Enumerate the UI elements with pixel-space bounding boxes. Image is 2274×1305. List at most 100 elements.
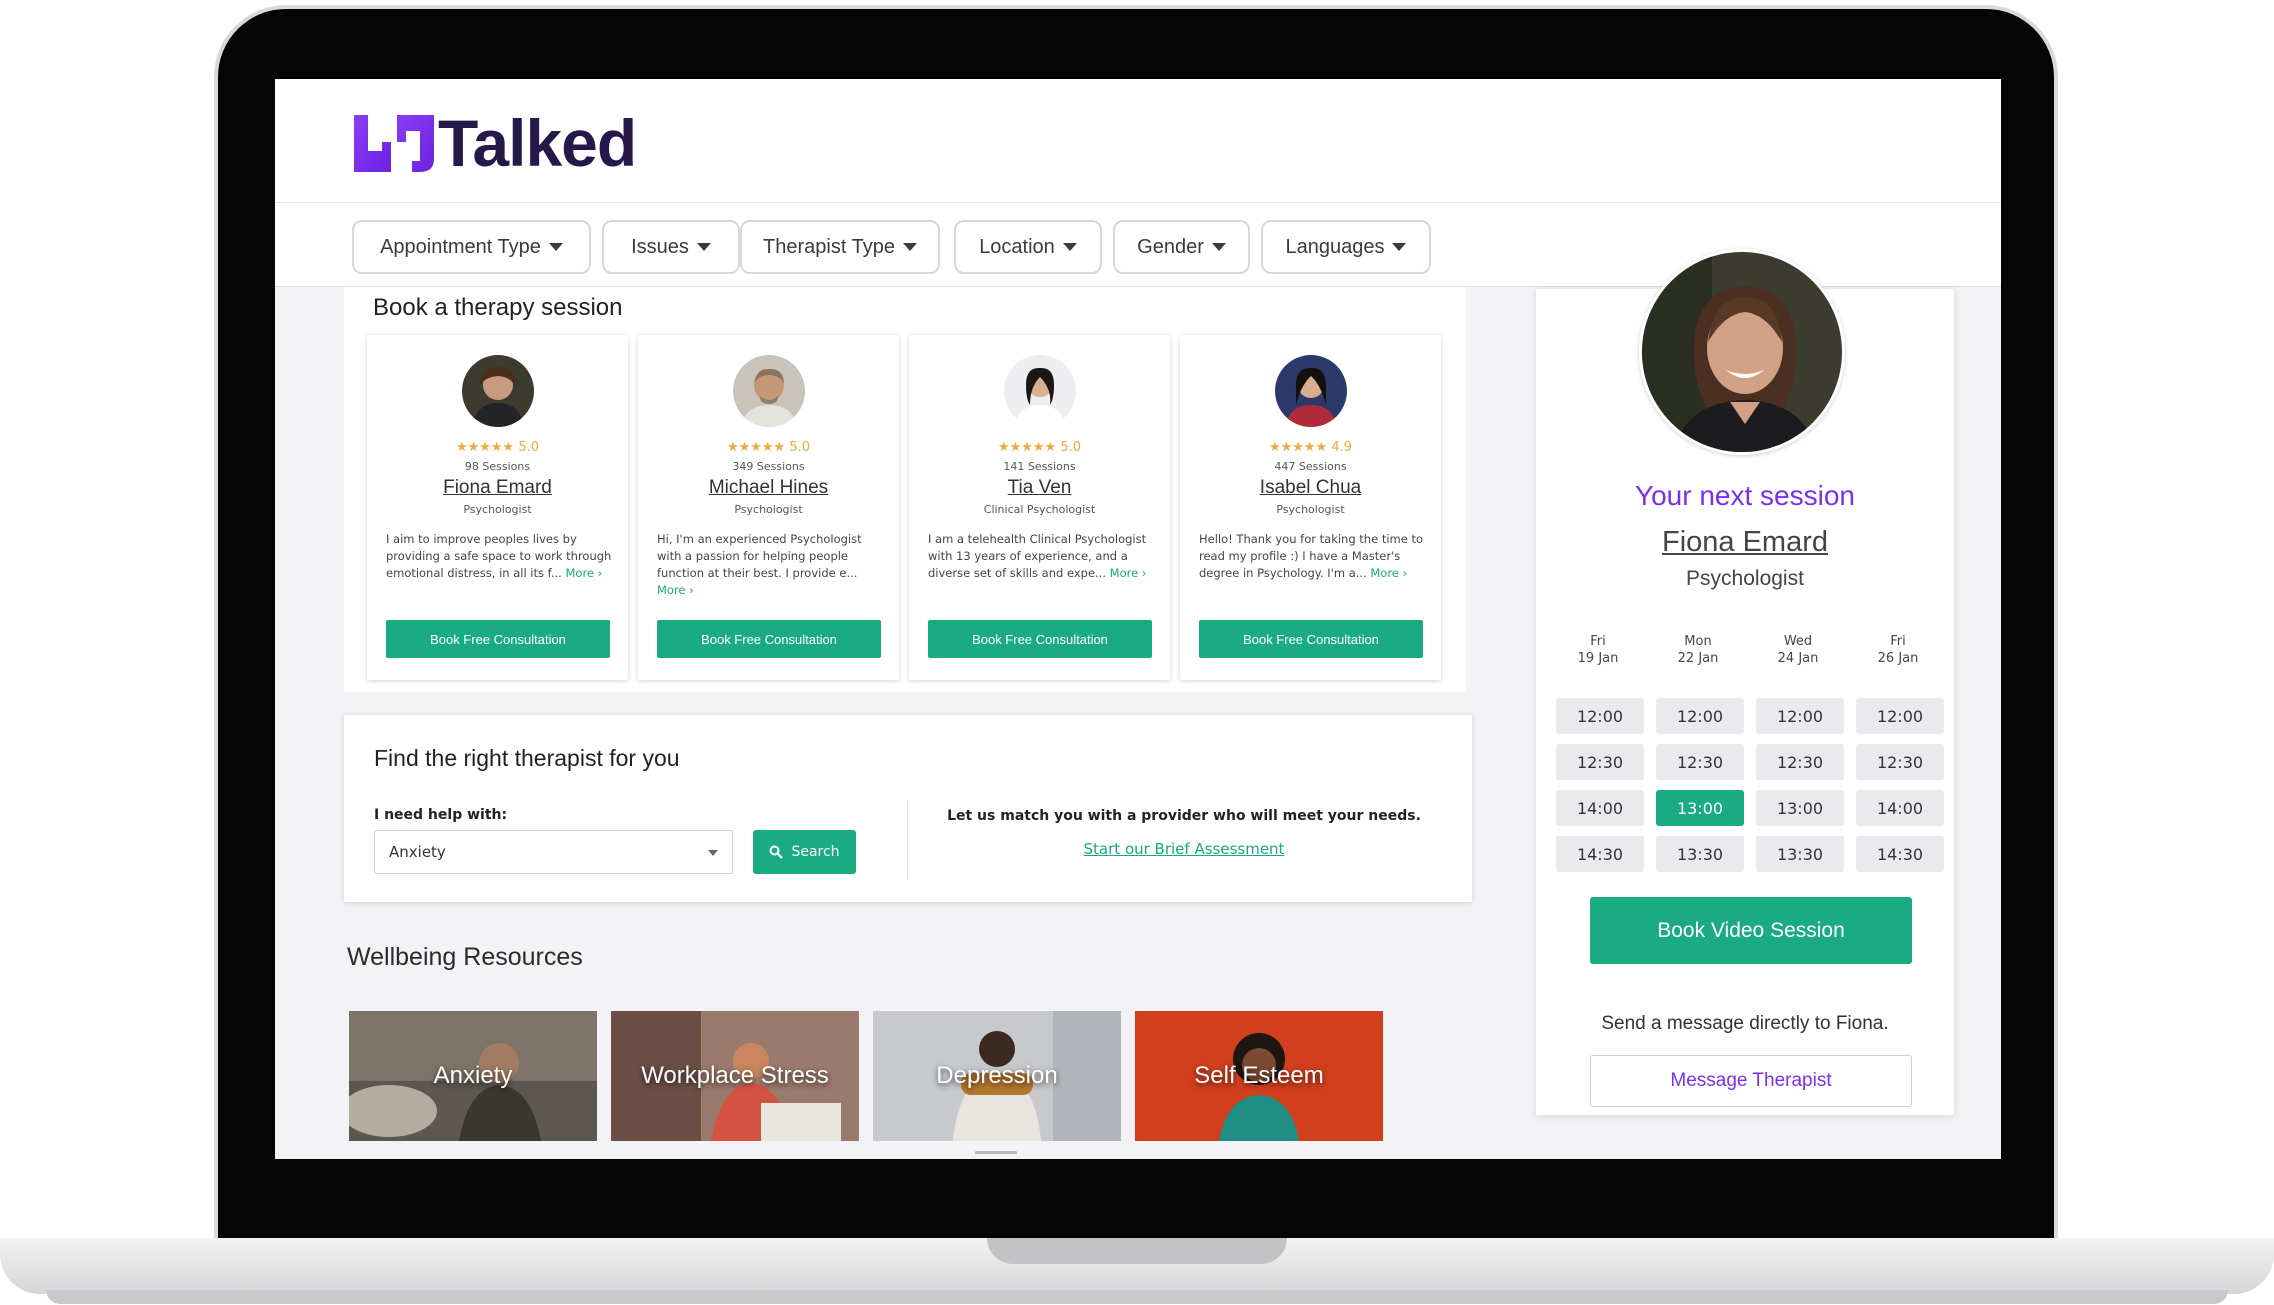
therapist-name[interactable]: Isabel Chua [1180, 477, 1441, 499]
book-consultation-button[interactable]: Book Free Consultation [657, 620, 881, 658]
therapist-bio: Hello! Thank you for taking the time to … [1199, 532, 1423, 580]
therapist-card[interactable]: ★★★★★ 5.0 98 Sessions Fiona Emard Psycho… [367, 335, 628, 680]
filter-therapist-type[interactable]: Therapist Type [740, 220, 940, 274]
time-slot[interactable]: 13:30 [1756, 836, 1844, 872]
avatar [1275, 355, 1347, 427]
resource-tile-self-esteem[interactable]: Self Esteem [1135, 1011, 1383, 1141]
chevron-right-icon: › [1141, 566, 1147, 580]
filter-location[interactable]: Location [954, 220, 1102, 274]
match-text: Let us match you with a provider who wil… [947, 808, 1421, 824]
star-icon: ★★★★★ [455, 440, 515, 455]
laptop-notch [987, 1238, 1287, 1264]
caret-down-icon [1392, 243, 1407, 251]
star-icon: ★★★★★ [726, 440, 786, 455]
therapist-name[interactable]: Michael Hines [638, 477, 899, 499]
divider [907, 800, 908, 878]
assessment-link[interactable]: Start our Brief Assessment [944, 840, 1424, 858]
time-slot[interactable]: 12:00 [1856, 698, 1944, 734]
caret-down-icon [1211, 243, 1226, 251]
therapist-bio: I am a telehealth Clinical Psychologist … [928, 532, 1147, 580]
session-count: 447 Sessions [1274, 460, 1347, 473]
session-count: 349 Sessions [732, 460, 805, 473]
caret-down-icon [902, 243, 917, 251]
therapist-role: Psychologist [1276, 503, 1345, 516]
time-slot[interactable]: 14:30 [1556, 836, 1644, 872]
caret-down-icon [708, 850, 718, 856]
avatar [462, 355, 534, 427]
therapist-role: Clinical Psychologist [983, 503, 1096, 516]
scroll-indicator[interactable] [975, 1151, 1017, 1154]
day-header: Mon 22 Jan [1677, 634, 1719, 666]
filter-gender[interactable]: Gender [1113, 220, 1250, 274]
next-session-therapist-name[interactable]: Fiona Emard [1536, 526, 1954, 559]
find-therapist-panel: Find the right therapist for you I need … [344, 715, 1472, 902]
day-header: Fri 19 Jan [1577, 634, 1619, 666]
laptop-shadow [46, 1290, 2228, 1304]
book-consultation-button[interactable]: Book Free Consultation [386, 620, 610, 658]
filter-appointment-type[interactable]: Appointment Type [352, 220, 591, 274]
time-slot[interactable]: 12:00 [1556, 698, 1644, 734]
issue-select[interactable]: Anxiety [374, 830, 733, 874]
session-count: 141 Sessions [1003, 460, 1076, 473]
time-slot[interactable]: 12:00 [1756, 698, 1844, 734]
search-icon [769, 845, 784, 859]
book-video-session-button[interactable]: Book Video Session [1590, 897, 1912, 964]
therapist-bio: Hi, I'm an experienced Psychologist with… [657, 532, 862, 597]
message-prompt: Send a message directly to Fiona. [1601, 1013, 1889, 1034]
caret-down-icon [1062, 243, 1077, 251]
message-therapist-button[interactable]: Message Therapist [1590, 1055, 1912, 1107]
search-button[interactable]: Search [753, 830, 856, 874]
more-link[interactable]: More › [657, 583, 694, 597]
time-slot[interactable]: 12:30 [1556, 744, 1644, 780]
star-icon: ★★★★★ [997, 440, 1057, 455]
therapist-role: Psychologist [463, 503, 532, 516]
day-header: Fri 26 Jan [1877, 634, 1919, 666]
therapist-card[interactable]: ★★★★★ 4.9 447 Sessions Isabel Chua Psych… [1180, 335, 1441, 680]
day-header: Wed 24 Jan [1777, 634, 1819, 666]
resource-tile-anxiety[interactable]: Anxiety [349, 1011, 597, 1141]
chevron-right-icon: › [597, 566, 603, 580]
time-slot[interactable]: 12:30 [1756, 744, 1844, 780]
book-consultation-button[interactable]: Book Free Consultation [1199, 620, 1423, 658]
filter-languages[interactable]: Languages [1261, 220, 1431, 274]
resource-tile-depression[interactable]: Depression [873, 1011, 1121, 1141]
therapist-card[interactable]: ★★★★★ 5.0 349 Sessions Michael Hines Psy… [638, 335, 899, 680]
session-count: 98 Sessions [464, 460, 531, 473]
therapist-name[interactable]: Tia Ven [909, 477, 1170, 499]
time-slot[interactable]: 12:30 [1656, 744, 1744, 780]
app-name[interactable]: Talked [438, 105, 637, 181]
time-slot[interactable]: 13:00 [1756, 790, 1844, 826]
filter-issues[interactable]: Issues [602, 220, 740, 274]
time-slot[interactable]: 14:00 [1856, 790, 1944, 826]
avatar [1004, 355, 1076, 427]
book-consultation-button[interactable]: Book Free Consultation [928, 620, 1152, 658]
caret-down-icon [696, 243, 711, 251]
chevron-right-icon: › [1402, 566, 1408, 580]
more-link[interactable]: More › [1110, 566, 1147, 580]
therapist-role: Psychologist [734, 503, 803, 516]
chevron-right-icon: › [689, 583, 694, 597]
help-label: I need help with: [374, 807, 508, 823]
therapist-card[interactable]: ★★★★★ 5.0 141 Sessions Tia Ven Clinical … [909, 335, 1170, 680]
star-icon: ★★★★★ [1268, 440, 1328, 455]
find-therapist-title: Find the right therapist for you [374, 745, 680, 771]
app-header: Talked [275, 79, 2001, 203]
book-session-title: Book a therapy session [373, 294, 623, 321]
caret-down-icon [548, 243, 563, 251]
avatar [733, 355, 805, 427]
time-slot[interactable]: 12:30 [1856, 744, 1944, 780]
time-slot[interactable]: 13:30 [1656, 836, 1744, 872]
time-slot[interactable]: 14:00 [1556, 790, 1644, 826]
talked-logo-icon [354, 115, 434, 172]
more-link[interactable]: More › [1370, 566, 1407, 580]
next-session-avatar [1639, 249, 1845, 455]
therapist-name[interactable]: Fiona Emard [367, 477, 628, 499]
time-slot[interactable]: 12:00 [1656, 698, 1744, 734]
next-session-label: Your next session [1635, 480, 1855, 511]
resources-title: Wellbeing Resources [347, 943, 583, 971]
therapist-bio: I aim to improve peoples lives by provid… [386, 532, 612, 580]
time-slot[interactable]: 14:30 [1856, 836, 1944, 872]
more-link[interactable]: More › [566, 566, 603, 580]
time-slot-selected[interactable]: 13:00 [1656, 790, 1744, 826]
resource-tile-workplace-stress[interactable]: Workplace Stress [611, 1011, 859, 1141]
